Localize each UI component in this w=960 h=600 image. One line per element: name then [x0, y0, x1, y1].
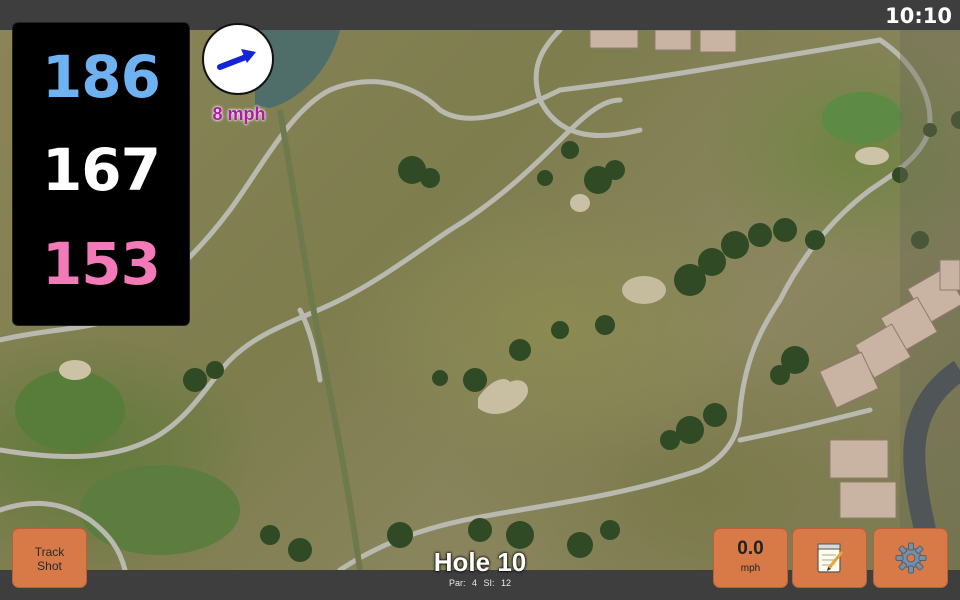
distance-front: 153	[41, 230, 161, 298]
clock: 10:10	[885, 4, 952, 28]
speed-value: 0.0	[737, 538, 764, 559]
distance-back: 186	[41, 43, 161, 111]
settings-button[interactable]	[873, 528, 948, 588]
hole-info: Par: 4 SI: 12	[380, 578, 580, 588]
track-shot-label-line1: Track	[34, 545, 65, 559]
speed-unit: mph	[740, 563, 761, 574]
hole-par: Par: 4	[448, 578, 477, 588]
speed-button[interactable]: 0.0 mph	[713, 528, 788, 588]
hole-title: Hole 10	[433, 547, 527, 577]
wind-indicator[interactable]	[202, 23, 274, 95]
track-shot-label-line2: Shot	[37, 559, 62, 573]
wind-speed-label: 8 mph	[212, 104, 266, 124]
scorecard-notes-button[interactable]	[792, 528, 867, 588]
gear-icon	[895, 542, 926, 574]
distance-panel: 186 167 153	[12, 22, 190, 326]
wind-direction-arrow-icon	[217, 49, 256, 70]
notepad-icon	[816, 543, 843, 573]
distance-middle: 167	[41, 136, 161, 204]
hole-stroke-index: SI: 12	[483, 578, 512, 588]
track-shot-button[interactable]: Track Shot	[12, 528, 87, 588]
